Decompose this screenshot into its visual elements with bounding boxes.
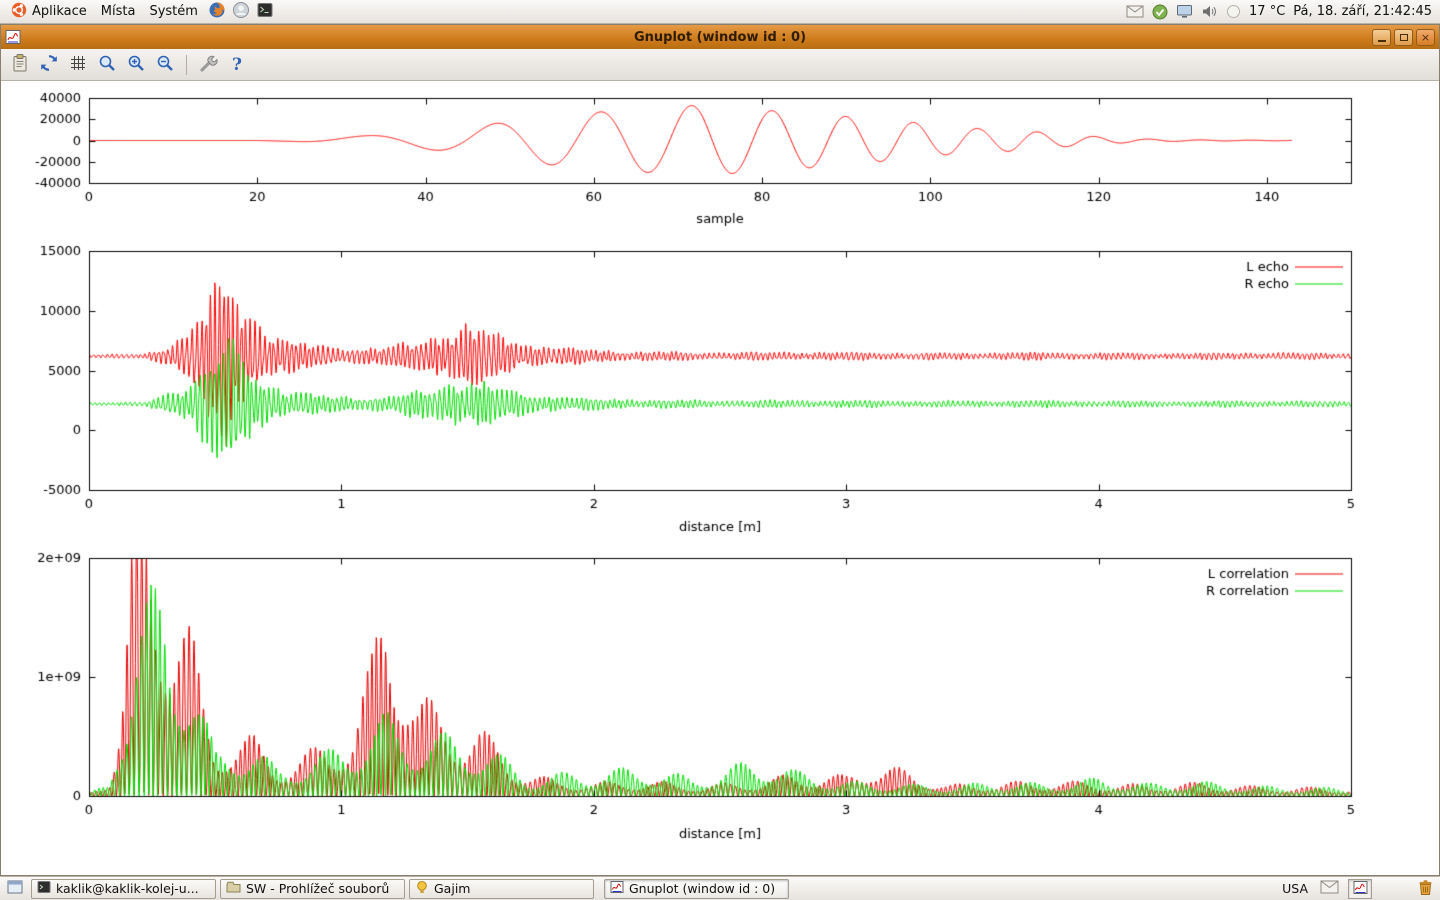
taskbar: kaklik@kaklik-kolej-u... SW - Prohlížeč … xyxy=(0,876,1440,900)
user-help-icon xyxy=(232,1,250,23)
zoom-in-icon xyxy=(126,53,146,77)
settings-wrench-icon xyxy=(198,53,218,77)
window-list-applet-button[interactable] xyxy=(3,879,27,899)
trash-applet[interactable] xyxy=(1417,879,1434,899)
previous-zoom-button[interactable] xyxy=(94,52,120,78)
ubuntu-main-menu[interactable]: Aplikace xyxy=(4,0,94,24)
top-panel: Aplikace Místa Systém xyxy=(0,0,1440,24)
task-file-browser[interactable]: SW - Prohlížeč souborů xyxy=(220,879,405,899)
task-terminal[interactable]: kaklik@kaklik-kolej-u... xyxy=(31,879,216,899)
zoom-icon xyxy=(97,53,117,77)
tray-updates-icon[interactable] xyxy=(1152,4,1168,20)
minimize-button[interactable] xyxy=(1372,29,1391,46)
copy-icon xyxy=(10,53,30,77)
ubuntu-logo-icon xyxy=(11,2,27,22)
replot-icon xyxy=(39,53,59,77)
settings-button[interactable] xyxy=(195,52,221,78)
toggle-grid-button[interactable] xyxy=(65,52,91,78)
system-tray: 17 °C Pá, 18. září, 21:42:45 xyxy=(1126,4,1436,20)
task-label: SW - Prohlížeč souborů xyxy=(246,881,389,896)
menu-places-label: Místa xyxy=(101,4,136,19)
help-button[interactable]: ? xyxy=(224,52,250,78)
restore-zoom-button[interactable] xyxy=(152,52,178,78)
tray-display-icon[interactable] xyxy=(1176,4,1193,19)
tray-volume-icon[interactable] xyxy=(1201,4,1218,19)
menu-system-label: Systém xyxy=(149,4,197,19)
gnuplot-icon xyxy=(610,880,624,897)
show-desktop-icon xyxy=(7,880,23,897)
help-launcher[interactable] xyxy=(229,0,253,24)
maximize-icon xyxy=(1400,34,1408,41)
terminal-launcher[interactable] xyxy=(253,0,277,24)
gnuplot-plot-area[interactable] xyxy=(1,81,1439,875)
chart-window-indicator[interactable] xyxy=(1348,879,1372,899)
task-gajim[interactable]: Gajim xyxy=(409,879,594,899)
task-label: Gnuplot (window id : 0) xyxy=(629,881,775,896)
keyboard-layout-indicator[interactable]: USA xyxy=(1279,881,1311,896)
tray-weather-icon[interactable] xyxy=(1226,4,1241,19)
close-icon: × xyxy=(1421,32,1430,43)
maximize-button[interactable] xyxy=(1394,29,1413,46)
window-buttons: × xyxy=(1372,29,1435,46)
help-icon: ? xyxy=(232,55,242,75)
window-title: Gnuplot (window id : 0) xyxy=(1,30,1439,45)
toolbar-separator xyxy=(186,55,187,75)
taskbar-right: USA xyxy=(1279,879,1437,899)
gnuplot-window-icon xyxy=(5,29,21,45)
minimize-icon xyxy=(1378,40,1386,42)
titlebar[interactable]: Gnuplot (window id : 0) × xyxy=(1,25,1439,49)
grid-icon xyxy=(68,53,88,77)
mail-notification-icon[interactable] xyxy=(1320,880,1339,897)
terminal-icon xyxy=(37,880,51,897)
terminal-icon xyxy=(256,1,274,23)
menu-applications-label: Aplikace xyxy=(32,4,87,19)
clock-applet[interactable]: Pá, 18. září, 21:42:45 xyxy=(1293,4,1432,19)
task-gnuplot[interactable]: Gnuplot (window id : 0) xyxy=(604,879,789,899)
toolbar: ? xyxy=(1,49,1439,81)
gnuplot-window: Gnuplot (window id : 0) × xyxy=(0,24,1440,876)
trash-icon xyxy=(1417,879,1434,899)
zoom-out-icon xyxy=(155,53,175,77)
close-button[interactable]: × xyxy=(1416,29,1435,46)
firefox-icon xyxy=(208,1,226,23)
gajim-icon xyxy=(415,880,429,897)
copy-to-clipboard-button[interactable] xyxy=(7,52,33,78)
folder-icon xyxy=(226,881,241,896)
menu-system[interactable]: Systém xyxy=(142,0,204,24)
replot-button[interactable] xyxy=(36,52,62,78)
task-label: kaklik@kaklik-kolej-u... xyxy=(56,881,199,896)
temperature-applet[interactable]: 17 °C xyxy=(1249,4,1285,19)
task-label: Gajim xyxy=(434,881,470,896)
next-zoom-button[interactable] xyxy=(123,52,149,78)
desktop: Aplikace Místa Systém xyxy=(0,0,1440,900)
firefox-launcher[interactable] xyxy=(205,0,229,24)
menu-places[interactable]: Místa xyxy=(94,0,143,24)
tray-mail-icon[interactable] xyxy=(1126,5,1144,18)
gnuplot-icon xyxy=(1353,880,1368,898)
